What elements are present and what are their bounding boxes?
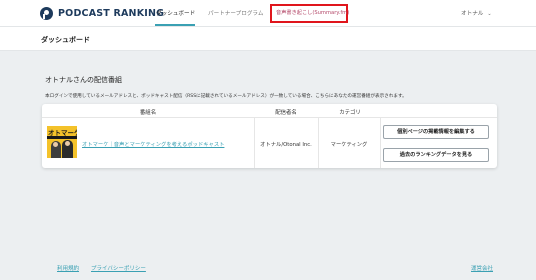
- logo[interactable]: PODCAST RANKING: [40, 7, 164, 20]
- view-ranking-history-button[interactable]: 過去のランキングデータを見る: [383, 148, 489, 162]
- host-face: [53, 142, 58, 147]
- user-menu-label: オトナル: [461, 11, 484, 17]
- row-divider: [42, 117, 497, 118]
- column-header-program: 番組名: [139, 110, 157, 116]
- column-header-host: 配信者名: [275, 110, 297, 116]
- terms-link[interactable]: 利用規約: [57, 264, 79, 272]
- nav-dashboard[interactable]: ダッシュボード: [156, 9, 195, 17]
- category-value: マーケティング: [330, 142, 368, 148]
- section-title: オトナルさんの配信番組: [45, 76, 122, 84]
- edit-listing-button[interactable]: 個別ページの掲載情報を編集する: [383, 125, 489, 139]
- host-face: [65, 141, 70, 146]
- program-thumbnail[interactable]: オトマーケ: [47, 126, 77, 158]
- user-menu[interactable]: オトナル ⌄: [461, 9, 492, 17]
- nav-summary-fm[interactable]: 音声書き起こし(Summary.fm): [276, 9, 349, 16]
- thumbnail-band: [47, 136, 77, 139]
- top-navigation-bar: PODCAST RANKING ダッシュボード パートナープログラム 音声書き起…: [0, 0, 536, 27]
- program-name-link[interactable]: オトマーケ｜音声とマーケティングを考えるポッドキャスト: [82, 140, 224, 148]
- column-header-category: カテゴリ: [339, 110, 361, 116]
- host-name: オトナル/Otonal Inc.: [260, 142, 312, 148]
- page-title: ダッシュボード: [41, 36, 90, 44]
- logo-text: PODCAST RANKING: [58, 8, 165, 19]
- notice-text: 本ログインで使用しているメールアドレスと、ポッドキャスト配信（RSSに記載されて…: [45, 94, 407, 99]
- chevron-down-icon: ⌄: [487, 11, 492, 17]
- nav-partner-program[interactable]: パートナープログラム: [208, 9, 263, 17]
- privacy-policy-link[interactable]: プライバシーポリシー: [91, 264, 146, 272]
- active-nav-indicator: [155, 24, 195, 26]
- column-divider: [380, 117, 381, 168]
- podcast-logo-icon: [40, 7, 53, 20]
- page-title-bar: ダッシュボード: [0, 27, 536, 51]
- company-link[interactable]: 運営会社: [471, 264, 493, 272]
